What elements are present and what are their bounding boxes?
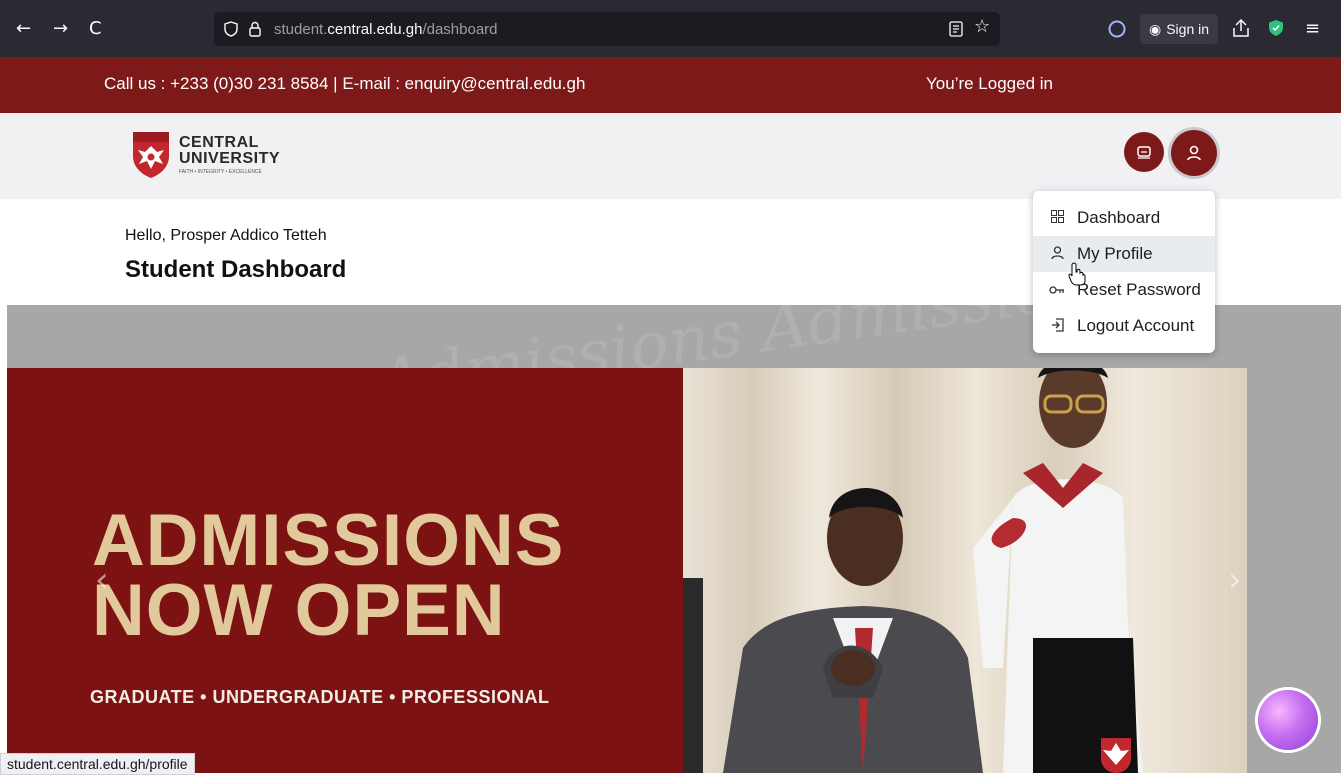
banner-subline: GRADUATE • UNDERGRADUATE • PROFESSIONAL [90,687,550,707]
logo-tagline: FAITH • INTEGRITY • EXCELLENCE [179,169,262,175]
contact-info: Call us : +233 (0)30 231 8584 | E-mail :… [104,74,586,93]
user-circle-icon: ◉ [1148,20,1162,37]
messages-button[interactable] [1124,132,1164,172]
chat-assistant-button[interactable] [1258,690,1318,750]
logout-icon [1047,317,1067,335]
grid-icon [1047,210,1067,226]
dropdown-item-reset-password[interactable]: Reset Password [1033,272,1215,308]
reader-view-icon[interactable] [949,21,963,37]
bookmark-star-icon[interactable]: ☆ [974,16,990,37]
page-title: Student Dashboard [125,256,347,283]
crest-icon [133,132,169,178]
banner-heading-line-1: ADMISSIONS [92,500,565,581]
greeting-text: Hello, Prosper Addico Tetteh [125,227,327,244]
profile-dropdown: Dashboard My Profile Reset Password Logo… [1033,191,1215,353]
account-circle-icon[interactable] [1108,20,1126,38]
chat-icon [1137,146,1151,159]
menu-hamburger-icon[interactable]: ≡ [1305,0,1320,57]
carousel-next-icon[interactable]: › [1228,560,1242,600]
dropdown-item-logout[interactable]: Logout Account [1033,308,1215,344]
profile-menu-button[interactable] [1171,130,1217,176]
shield-outline-icon [224,21,238,37]
dropdown-item-my-profile[interactable]: My Profile [1033,236,1215,272]
user-icon [1047,245,1067,263]
share-icon[interactable] [1232,18,1250,38]
university-logo[interactable]: CENTRAL UNIVERSITY FAITH • INTEGRITY • E… [131,130,280,180]
address-bar[interactable]: student.central.edu.gh/dashboard ☆ [214,12,1000,46]
banner-photo [683,368,1247,773]
dropdown-item-dashboard[interactable]: Dashboard [1033,200,1215,236]
carousel-prev-icon[interactable]: ‹ [95,560,109,600]
browser-toolbar: ← → C student.central.edu.gh/dashboard ☆… [0,0,1341,57]
people-illustration [683,368,1143,773]
key-icon [1047,283,1067,298]
status-link-preview: student.central.edu.gh/profile [0,753,195,775]
login-status: You’re Logged in [926,74,1053,93]
site-header: CENTRAL UNIVERSITY FAITH • INTEGRITY • E… [0,113,1341,199]
shield-extension-icon[interactable] [1268,19,1284,37]
contact-bar: Call us : +233 (0)30 231 8584 | E-mail :… [0,57,1341,113]
lock-icon [249,21,261,37]
forward-icon[interactable]: → [53,0,68,57]
reload-icon[interactable]: C [89,0,102,57]
user-icon [1187,145,1201,161]
sign-in-button[interactable]: ◉ Sign in [1140,14,1218,44]
url-text: student.central.edu.gh/dashboard [274,20,498,38]
hand-cursor-icon [1068,262,1086,286]
logo-line-2: UNIVERSITY [179,150,281,167]
back-icon[interactable]: ← [16,0,31,57]
logo-line-1: CENTRAL [179,134,259,151]
banner-heading-line-2: NOW OPEN [92,570,506,651]
